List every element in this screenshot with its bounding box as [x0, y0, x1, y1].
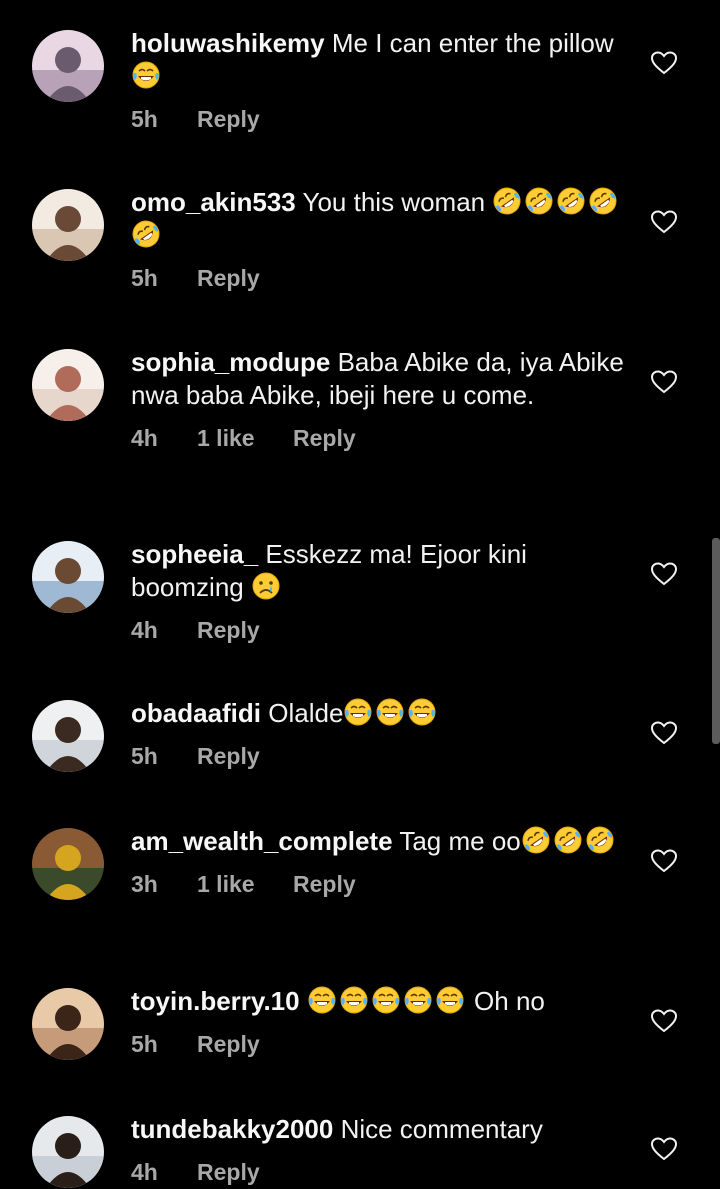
heart-icon[interactable] — [651, 1009, 677, 1033]
username[interactable]: omo_akin533 — [131, 187, 296, 217]
comment-meta: 5h Reply — [131, 740, 631, 773]
username[interactable]: obadaafidi — [131, 698, 261, 728]
comment-timestamp: 4h — [131, 617, 158, 643]
comment-body: sopheeia_ Esskezz ma! Ejoor kini boomzin… — [131, 538, 631, 647]
heart-icon[interactable] — [651, 849, 677, 873]
comment-emojis — [131, 61, 163, 91]
comment-timestamp: 3h — [131, 871, 158, 897]
rofl-emoji — [524, 186, 555, 216]
comment-body: obadaafidi Olalde 5h Reply — [131, 697, 631, 773]
reply-button[interactable]: Reply — [197, 740, 260, 773]
comment-meta: 4h 1 like Reply — [131, 422, 631, 455]
username[interactable]: holuwashikemy — [131, 28, 325, 58]
reply-button[interactable]: Reply — [293, 422, 356, 455]
reply-button[interactable]: Reply — [197, 103, 260, 136]
comment-emojis — [520, 825, 617, 856]
scrollbar[interactable] — [712, 538, 720, 744]
comment-text-before: Tag me oo — [399, 826, 521, 856]
laugh-tears-emoji — [375, 697, 405, 727]
comment-text-before: You this woman — [302, 187, 493, 217]
comment-timestamp: 4h — [131, 425, 158, 451]
comment-body: am_wealth_complete Tag me oo 3h 1 like Repl… — [131, 825, 631, 901]
comment-body: omo_akin533 You this woman 5h Reply — [131, 186, 631, 295]
comment-text: holuwashikemy Me I can enter the pillow — [131, 27, 631, 93]
comment-timestamp: 4h — [131, 1159, 158, 1185]
comment-text: omo_akin533 You this woman — [131, 186, 631, 252]
laugh-tears-emoji — [131, 60, 161, 90]
comment-text: am_wealth_complete Tag me oo — [131, 825, 631, 858]
like-count[interactable]: 1 like — [197, 422, 293, 455]
laugh-tears-emoji — [371, 985, 401, 1015]
comment-meta: 4h Reply — [131, 1156, 631, 1189]
comment-timestamp: 5h — [131, 265, 158, 291]
laugh-tears-emoji — [343, 697, 373, 727]
laugh-tears-emoji — [403, 985, 433, 1015]
avatar[interactable] — [32, 700, 104, 772]
avatar[interactable] — [32, 1116, 104, 1188]
heart-icon[interactable] — [651, 210, 677, 234]
rofl-emoji — [556, 186, 587, 216]
laugh-tears-emoji — [407, 697, 437, 727]
like-count[interactable]: 1 like — [197, 868, 293, 901]
reply-button[interactable]: Reply — [197, 614, 260, 647]
comment-meta: 5h Reply — [131, 1028, 631, 1061]
heart-icon[interactable] — [651, 721, 677, 745]
comment-text-before: Me I can enter the pillow — [331, 28, 614, 58]
comment-meta: 5h Reply — [131, 262, 631, 295]
laugh-tears-emoji — [339, 985, 369, 1015]
reply-button[interactable]: Reply — [293, 868, 356, 901]
comment-text-before: Olalde — [268, 698, 344, 728]
comment-timestamp: 5h — [131, 743, 158, 769]
comment-text: sophia_modupe Baba Abike da, iya Abike n… — [131, 346, 631, 412]
avatar[interactable] — [32, 828, 104, 900]
rofl-emoji — [588, 186, 619, 216]
crying-emoji — [251, 571, 281, 601]
reply-button[interactable]: Reply — [197, 1028, 260, 1061]
rofl-emoji — [552, 825, 583, 855]
rofl-emoji — [584, 825, 615, 855]
comment-text: obadaafidi Olalde — [131, 697, 631, 730]
comment-meta: 5h Reply — [131, 103, 631, 136]
comment-text: toyin.berry.10 Oh no — [131, 985, 631, 1018]
comment-emojis — [307, 986, 467, 1016]
rofl-emoji — [131, 219, 161, 249]
avatar[interactable] — [32, 541, 104, 613]
comment-timestamp: 5h — [131, 106, 158, 132]
heart-icon[interactable] — [651, 562, 677, 586]
username[interactable]: sopheeia_ — [131, 539, 258, 569]
comment-meta: 3h 1 like Reply — [131, 868, 631, 901]
comment-body: tundebakky2000 Nice commentary 4h Reply — [131, 1113, 631, 1189]
avatar[interactable] — [32, 189, 104, 261]
reply-button[interactable]: Reply — [197, 262, 260, 295]
rofl-emoji — [520, 825, 551, 855]
reply-button[interactable]: Reply — [197, 1156, 260, 1189]
comment-timestamp: 5h — [131, 1031, 158, 1057]
comment-text-before: Nice commentary — [340, 1114, 543, 1144]
comment-body: sophia_modupe Baba Abike da, iya Abike n… — [131, 346, 631, 455]
heart-icon[interactable] — [651, 370, 677, 394]
heart-icon[interactable] — [651, 51, 677, 75]
rofl-emoji — [492, 186, 523, 216]
comment-emojis — [251, 572, 283, 602]
laugh-tears-emoji — [435, 985, 465, 1015]
comment-text: sopheeia_ Esskezz ma! Ejoor kini boomzin… — [131, 538, 631, 604]
comment-text-after: Oh no — [466, 986, 545, 1016]
heart-icon[interactable] — [651, 1137, 677, 1161]
username[interactable]: sophia_modupe — [131, 347, 330, 377]
avatar[interactable] — [32, 988, 104, 1060]
comment-emojis — [343, 698, 439, 728]
comment-text: tundebakky2000 Nice commentary — [131, 1113, 631, 1146]
username[interactable]: tundebakky2000 — [131, 1114, 333, 1144]
avatar[interactable] — [32, 349, 104, 421]
comment-body: holuwashikemy Me I can enter the pillow 5… — [131, 27, 631, 136]
comment-body: toyin.berry.10 Oh no 5h Reply — [131, 985, 631, 1061]
username[interactable]: toyin.berry.10 — [131, 986, 300, 1016]
laugh-tears-emoji — [307, 985, 337, 1015]
avatar[interactable] — [32, 30, 104, 102]
username[interactable]: am_wealth_complete — [131, 826, 393, 856]
comment-meta: 4h Reply — [131, 614, 631, 647]
